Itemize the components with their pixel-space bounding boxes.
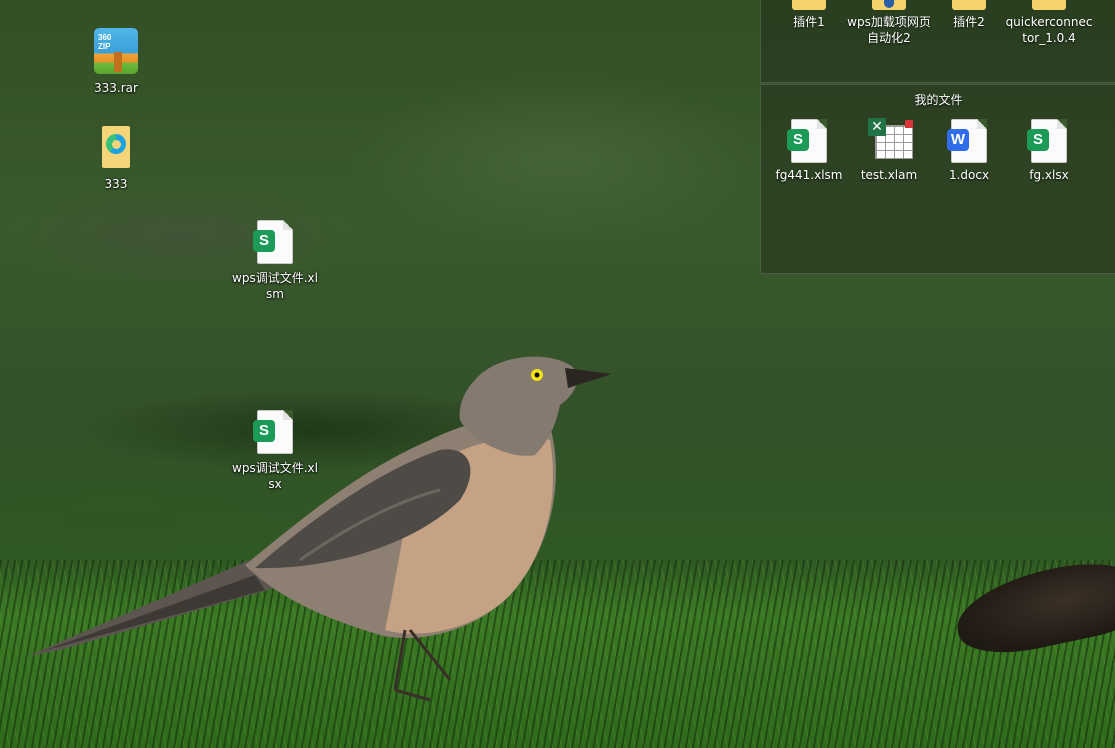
fence-item-1-docx[interactable]: W 1.docx (924, 117, 1014, 183)
wps-spreadsheet-icon: S (251, 218, 299, 266)
desktop-icon-wps-xlsx[interactable]: S wps调试文件.xlsx (232, 408, 318, 492)
wps-spreadsheet-icon: S (785, 117, 833, 165)
fence-item-label: 插件2 (953, 15, 985, 29)
fence-item-wps-addin[interactable]: wps加载项网页自动化2 (844, 0, 934, 46)
desktop-icon-333-rar[interactable]: 360 ZIP 333.rar (73, 28, 159, 96)
desktop-icon-333-folder[interactable]: 333 (73, 124, 159, 192)
fence-panel-plugins[interactable]: 插件1 wps加载项网页自动化2 插件2 quickerconnector_1.… (760, 0, 1115, 83)
fence-item-fg441-xlsm[interactable]: S fg441.xlsm (764, 117, 854, 183)
word-document-icon: W (945, 117, 993, 165)
fence-item-label: 1.docx (948, 168, 990, 182)
fence-item-label: quickerconnector_1.0.4 (1005, 15, 1093, 45)
fence-item-label: fg441.xlsm (775, 168, 843, 182)
fence-item-plugin2[interactable]: 插件2 (924, 0, 1014, 30)
folder-icon (872, 0, 906, 10)
folder-icon (792, 0, 826, 10)
fence-title[interactable]: 我的文件 (761, 91, 1115, 108)
fence-item-plugin1[interactable]: 插件1 (764, 0, 854, 30)
desktop-icon-label: wps调试文件.xlsx (232, 461, 318, 491)
desktop-icon-wps-xlsm[interactable]: S wps调试文件.xlsm (232, 218, 318, 302)
folder-edge-icon (92, 124, 140, 172)
desktop-icon-label: wps调试文件.xlsm (232, 271, 318, 301)
wps-spreadsheet-icon: S (251, 408, 299, 456)
excel-addin-icon: ✕ (865, 117, 913, 165)
fence-item-test-xlam[interactable]: ✕ test.xlam (844, 117, 934, 183)
desktop[interactable]: 360 ZIP 333.rar 333 S wps调试文件.xlsm S wps调… (0, 0, 1115, 748)
fence-item-label: wps加载项网页自动化2 (847, 15, 931, 45)
desktop-icon-label: 333.rar (94, 81, 138, 95)
folder-icon (1032, 0, 1066, 10)
fence-panel-my-files[interactable]: 我的文件 S fg441.xlsm ✕ test.xlam W 1.docx S… (760, 84, 1115, 274)
zip-archive-icon: 360 ZIP (92, 28, 140, 76)
fence-item-label: test.xlam (860, 168, 918, 182)
fence-item-label: 插件1 (793, 15, 825, 29)
fence-item-label: fg.xlsx (1029, 168, 1069, 182)
folder-icon (952, 0, 986, 10)
fence-item-fg-xlsx[interactable]: S fg.xlsx (1004, 117, 1094, 183)
wps-spreadsheet-icon: S (1025, 117, 1073, 165)
fence-item-quickerconnector[interactable]: quickerconnector_1.0.4 (1004, 0, 1094, 46)
desktop-icon-label: 333 (104, 177, 128, 191)
